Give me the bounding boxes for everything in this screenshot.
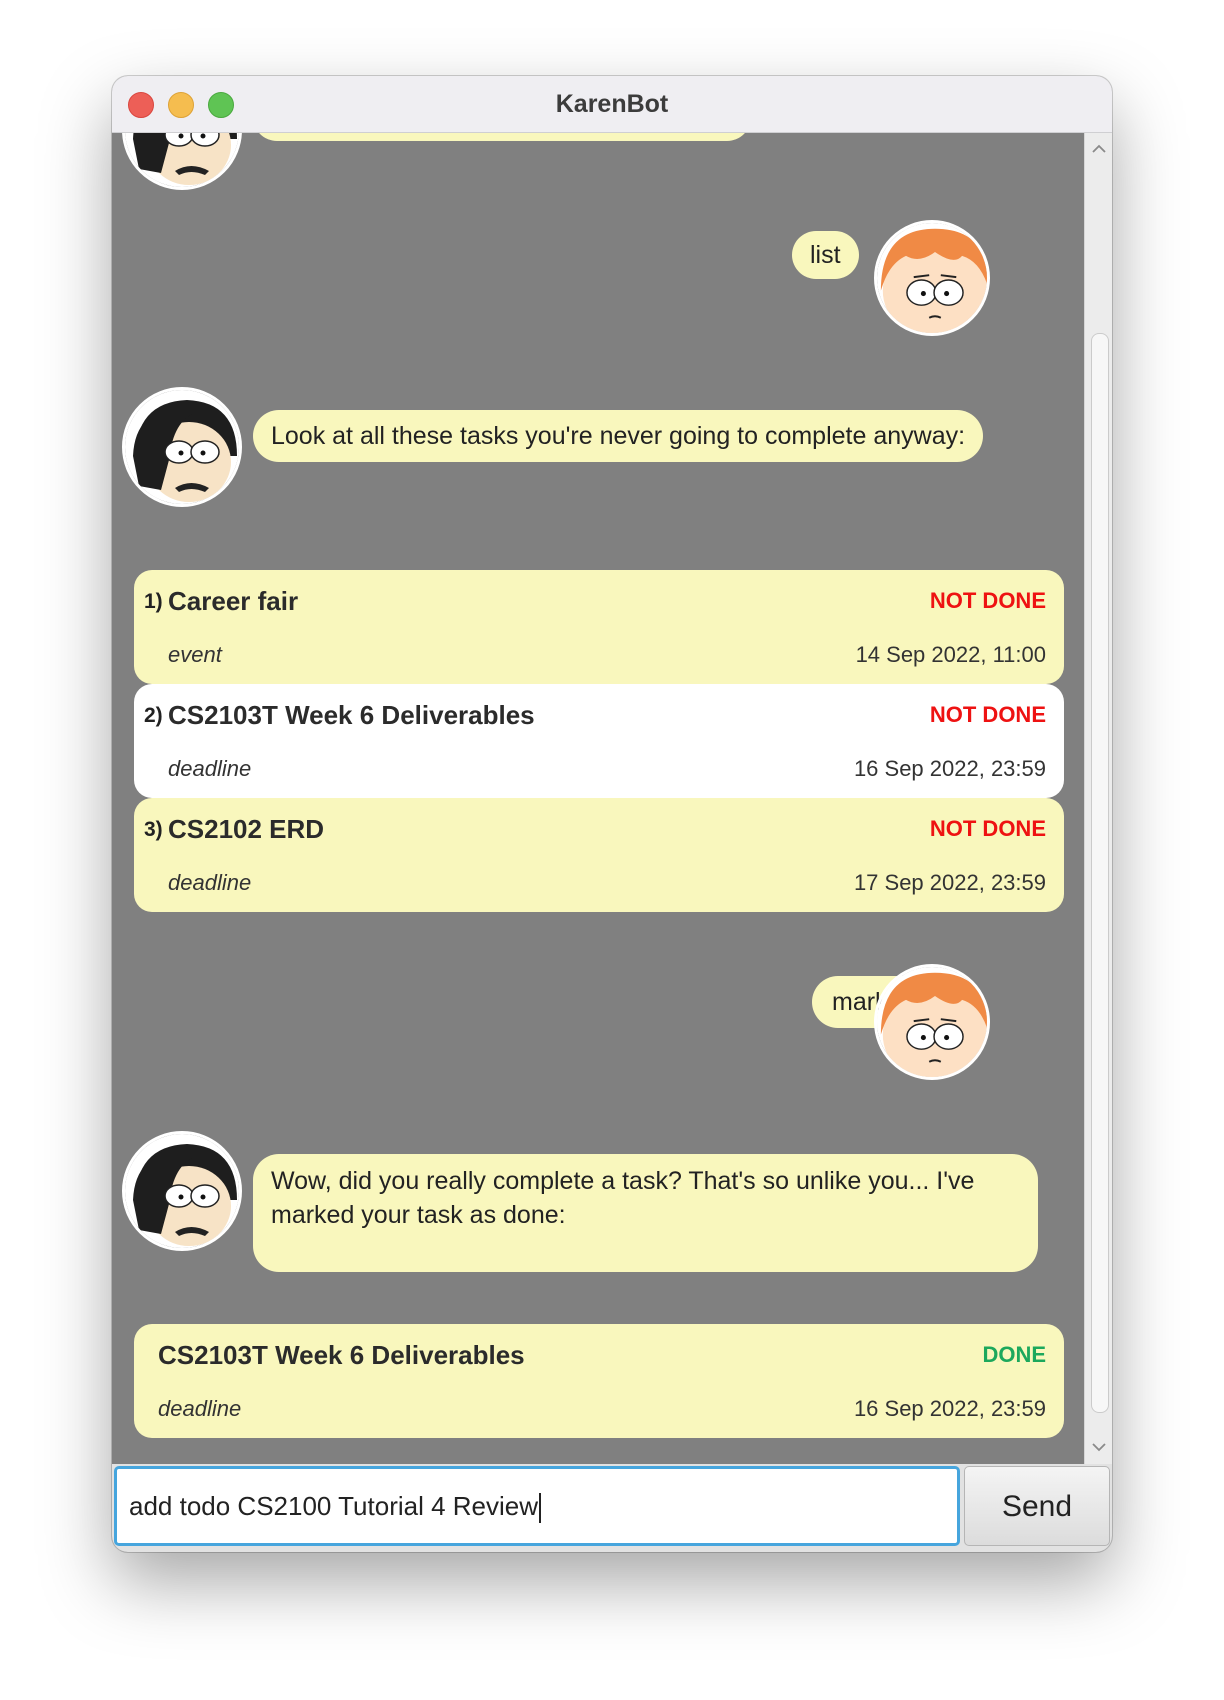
bot-message-bubble-previous [253, 133, 751, 141]
user-message-bubble: list [792, 231, 859, 279]
vertical-scrollbar[interactable] [1084, 133, 1112, 1464]
task-card: 3) CS2102 ERD NOT DONE deadline 17 Sep 2… [134, 798, 1064, 912]
task-name: CS2103T Week 6 Deliverables [168, 700, 535, 730]
task-status-badge: DONE [982, 1342, 1046, 1367]
command-input-value: add todo CS2100 Tutorial 4 Review [129, 1491, 539, 1521]
send-button[interactable]: Send [964, 1466, 1110, 1546]
task-date: 16 Sep 2022, 23:59 [853, 1396, 1046, 1421]
task-name: Career fair [168, 586, 299, 616]
window-title: KarenBot [555, 90, 669, 118]
task-status-badge: NOT DONE [929, 702, 1046, 727]
bot-message-bubble: Look at all these tasks you're never goi… [253, 410, 984, 462]
user-message-text: list [810, 241, 841, 269]
task-number: 3) [144, 818, 163, 841]
task-card: 1) Career fair NOT DONE event 14 Sep 202… [134, 570, 1064, 684]
scroll-down-arrow-icon[interactable] [1091, 1439, 1107, 1455]
task-status-badge: NOT DONE [929, 816, 1046, 841]
user-avatar-icon [874, 964, 990, 1080]
bot-message-bubble: Wow, did you really complete a task? Tha… [253, 1154, 1038, 1272]
bot-avatar-icon [122, 1131, 242, 1251]
bot-avatar-icon [122, 387, 242, 507]
scrollbar-thumb[interactable] [1091, 333, 1109, 1413]
bot-message-text: Wow, did you really complete a task? Tha… [271, 1167, 975, 1229]
task-number: 2) [144, 704, 163, 727]
task-name: CS2103T Week 6 Deliverables [158, 1340, 525, 1370]
task-type: deadline [168, 756, 252, 781]
task-date: 17 Sep 2022, 23:59 [853, 870, 1046, 895]
input-bar: add todo CS2100 Tutorial 4 Review Send [112, 1464, 1112, 1552]
scroll-up-arrow-icon[interactable] [1091, 141, 1107, 157]
bot-avatar-icon [122, 133, 242, 190]
task-status-badge: NOT DONE [929, 588, 1046, 613]
task-name: CS2102 ERD [168, 814, 325, 844]
bot-message-text: Look at all these tasks you're never goi… [271, 422, 966, 450]
task-date: 14 Sep 2022, 11:00 [855, 642, 1046, 667]
task-number: 1) [144, 590, 163, 613]
app-window: KarenBot list Look at all these tasks yo… [112, 76, 1112, 1552]
task-type: deadline [158, 1396, 242, 1421]
marked-task-card: CS2103T Week 6 Deliverables DONE deadlin… [134, 1324, 1064, 1438]
task-card: 2) CS2103T Week 6 Deliverables NOT DONE … [134, 684, 1064, 798]
command-input[interactable]: add todo CS2100 Tutorial 4 Review [114, 1466, 960, 1546]
task-date: 16 Sep 2022, 23:59 [853, 756, 1046, 781]
text-cursor [539, 1493, 542, 1524]
task-type: event [168, 642, 222, 667]
dialog-container: list Look at all these tasks you're neve… [112, 133, 1080, 1464]
user-avatar-icon [874, 220, 990, 336]
task-type: deadline [168, 870, 252, 895]
title-bar: KarenBot [112, 76, 1112, 133]
